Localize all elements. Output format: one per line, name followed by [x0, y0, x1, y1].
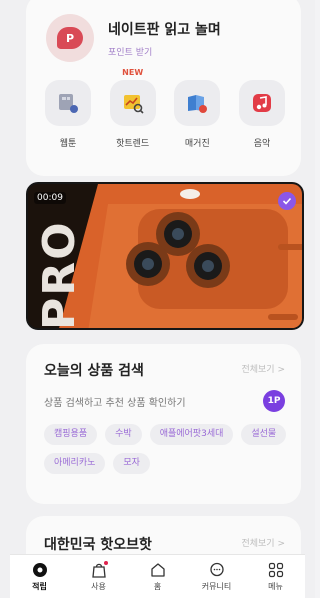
new-badge: NEW [122, 68, 144, 77]
search-card-title: 오늘의 상품 검색 [44, 363, 144, 379]
promo-card: P 네이트판 읽고 놀며 포인트 받기 웹툰 NEW 핫트렌드 매거진 음악 [26, 0, 301, 176]
screen: P 네이트판 읽고 놀며 포인트 받기 웹툰 NEW 핫트렌드 매거진 음악 P… [0, 0, 315, 598]
logo-letter: P [57, 27, 83, 49]
nav-label: 메뉴 [268, 581, 283, 591]
nate-point-logo-icon: P [46, 14, 94, 62]
search-tag[interactable]: 모자 [113, 453, 150, 474]
shortcut-row: 웹툰 NEW 핫트렌드 매거진 음악 [40, 68, 290, 149]
point-badge: 1P [263, 390, 285, 412]
nav-item-earn[interactable]: 적립 [15, 562, 65, 592]
bottom-nav: 적립 사용 홈 커뮤니티 메뉴 [10, 554, 305, 598]
webtoon-icon [45, 80, 91, 126]
view-all-link[interactable]: 전체보기 > [241, 536, 285, 549]
point-icon [32, 562, 47, 577]
menu-grid-icon [268, 562, 283, 577]
nav-label: 홈 [153, 581, 162, 591]
nav-label: 사용 [91, 581, 106, 591]
video-brand-text: PRO [34, 220, 85, 330]
nav-item-home[interactable]: 홈 [133, 562, 183, 592]
home-icon [150, 562, 165, 577]
music-icon [238, 80, 285, 126]
shortcut-label: 웹툰 [59, 139, 77, 149]
shortcut-hot-trend[interactable]: NEW 핫트렌드 [105, 68, 161, 149]
magazine-icon [174, 80, 221, 126]
nav-item-community[interactable]: 커뮤니티 [192, 562, 242, 592]
promo-banner[interactable]: P 네이트판 읽고 놀며 포인트 받기 [46, 14, 221, 62]
search-tag-list: 캠핑용품 수박 애플에어팟3세대 설선물 아메리카노 모자 [44, 424, 289, 474]
nav-item-use[interactable]: 사용 [74, 560, 124, 592]
nav-item-menu[interactable]: 메뉴 [251, 562, 301, 592]
search-tag[interactable]: 수박 [105, 424, 142, 445]
chat-icon [209, 562, 224, 576]
view-all-link[interactable]: 전체보기 > [241, 362, 285, 375]
search-tag[interactable]: 캠핑용품 [44, 424, 98, 445]
shortcut-label: 핫트렌드 [116, 139, 150, 149]
shortcut-webtoon[interactable]: 웹툰 [40, 80, 96, 149]
promo-title: 네이트판 읽고 놀며 [108, 21, 221, 38]
search-card-subtitle: 상품 검색하고 추천 상품 확인하기 [44, 398, 186, 409]
nav-label: 적립 [32, 581, 47, 591]
shortcut-label: 매거진 [184, 139, 210, 149]
hot-section-title: 대한민국 핫오브핫 [44, 537, 152, 553]
search-tag[interactable]: 설선물 [241, 424, 287, 445]
hot-trend-icon [109, 80, 156, 126]
search-tag[interactable]: 애플에어팟3세대 [149, 424, 234, 445]
promo-subtitle: 포인트 받기 [108, 47, 153, 58]
video-player[interactable]: PRO 00:09 [26, 182, 304, 330]
shortcut-label: 음악 [253, 139, 271, 149]
search-tag[interactable]: 아메리카노 [44, 453, 106, 474]
checkmark-icon[interactable] [278, 192, 296, 210]
shortcut-music[interactable]: 음악 [234, 80, 290, 149]
nav-label: 커뮤니티 [201, 581, 232, 591]
product-search-card: 오늘의 상품 검색 전체보기 > 상품 검색하고 추천 상품 확인하기 1P 캠… [26, 344, 301, 504]
shortcut-magazine[interactable]: 매거진 [169, 80, 225, 149]
video-time: 00:09 [34, 192, 66, 204]
notification-dot [103, 560, 108, 565]
